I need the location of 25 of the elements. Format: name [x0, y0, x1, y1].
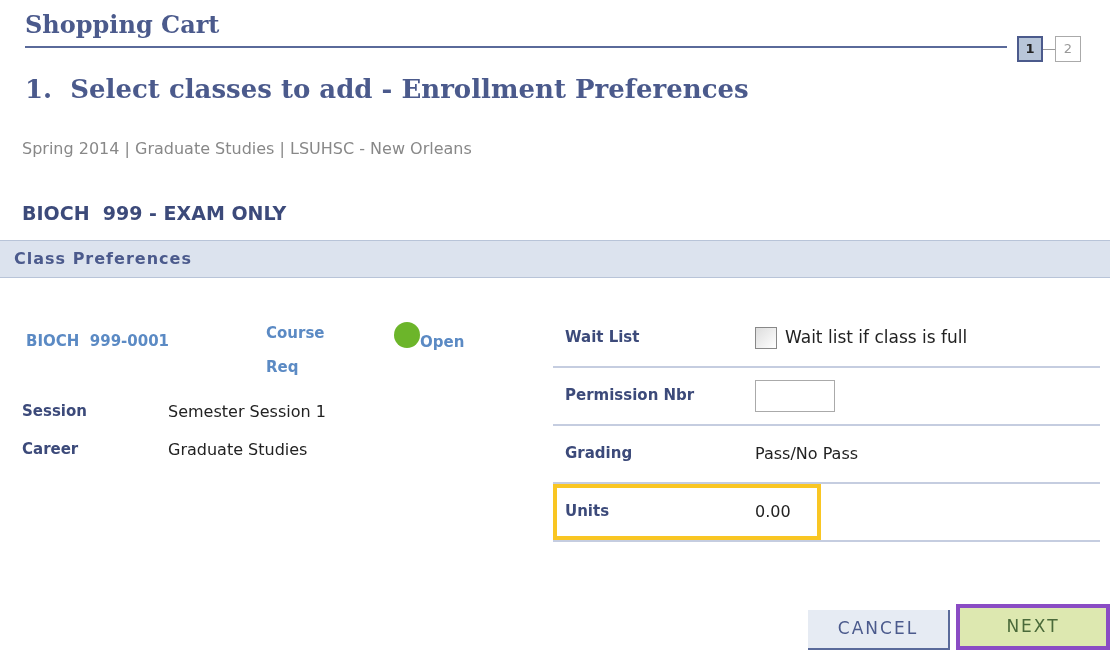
- class-number-link[interactable]: BIOCH 999-0001: [26, 329, 266, 352]
- checkbox[interactable]: [755, 326, 777, 349]
- breadcrumb: Spring 2014 | Graduate Studies | LSUHSC - New Orleans: [22, 138, 473, 160]
- course-title: BIOCH 999 - EXAM ONLY: [22, 201, 288, 226]
- field-label: Wait List: [565, 327, 641, 349]
- detail-label: Career: [22, 439, 80, 461]
- page-title: Shopping Cart: [25, 9, 221, 41]
- field-value: Pass/No Pass: [755, 442, 859, 465]
- field-label: Permission Nbr: [565, 385, 696, 407]
- checkbox-label: Wait list if class is full: [785, 325, 968, 349]
- course-req-link[interactable]: Course Req: [266, 315, 356, 384]
- status-label: Open: [420, 331, 465, 353]
- cancel-button[interactable]: CANCEL: [808, 610, 950, 650]
- page-heading: 1. Select classes to add - Enrollment Preferences: [25, 73, 750, 106]
- input-field[interactable]: [755, 379, 835, 412]
- next-button[interactable]: NEXT: [956, 604, 1110, 650]
- field-label: Grading: [565, 443, 634, 465]
- section-header: Class Preferences: [0, 239, 1110, 278]
- detail-value: Semester Session 1: [168, 400, 326, 423]
- detail-label: Session: [22, 401, 88, 423]
- step-indicator: 1: [1017, 36, 1043, 62]
- field-value: 0.00: [755, 500, 791, 523]
- field-label: Units: [565, 501, 611, 523]
- step-indicator: 2: [1055, 36, 1081, 62]
- detail-value: Graduate Studies: [168, 438, 308, 461]
